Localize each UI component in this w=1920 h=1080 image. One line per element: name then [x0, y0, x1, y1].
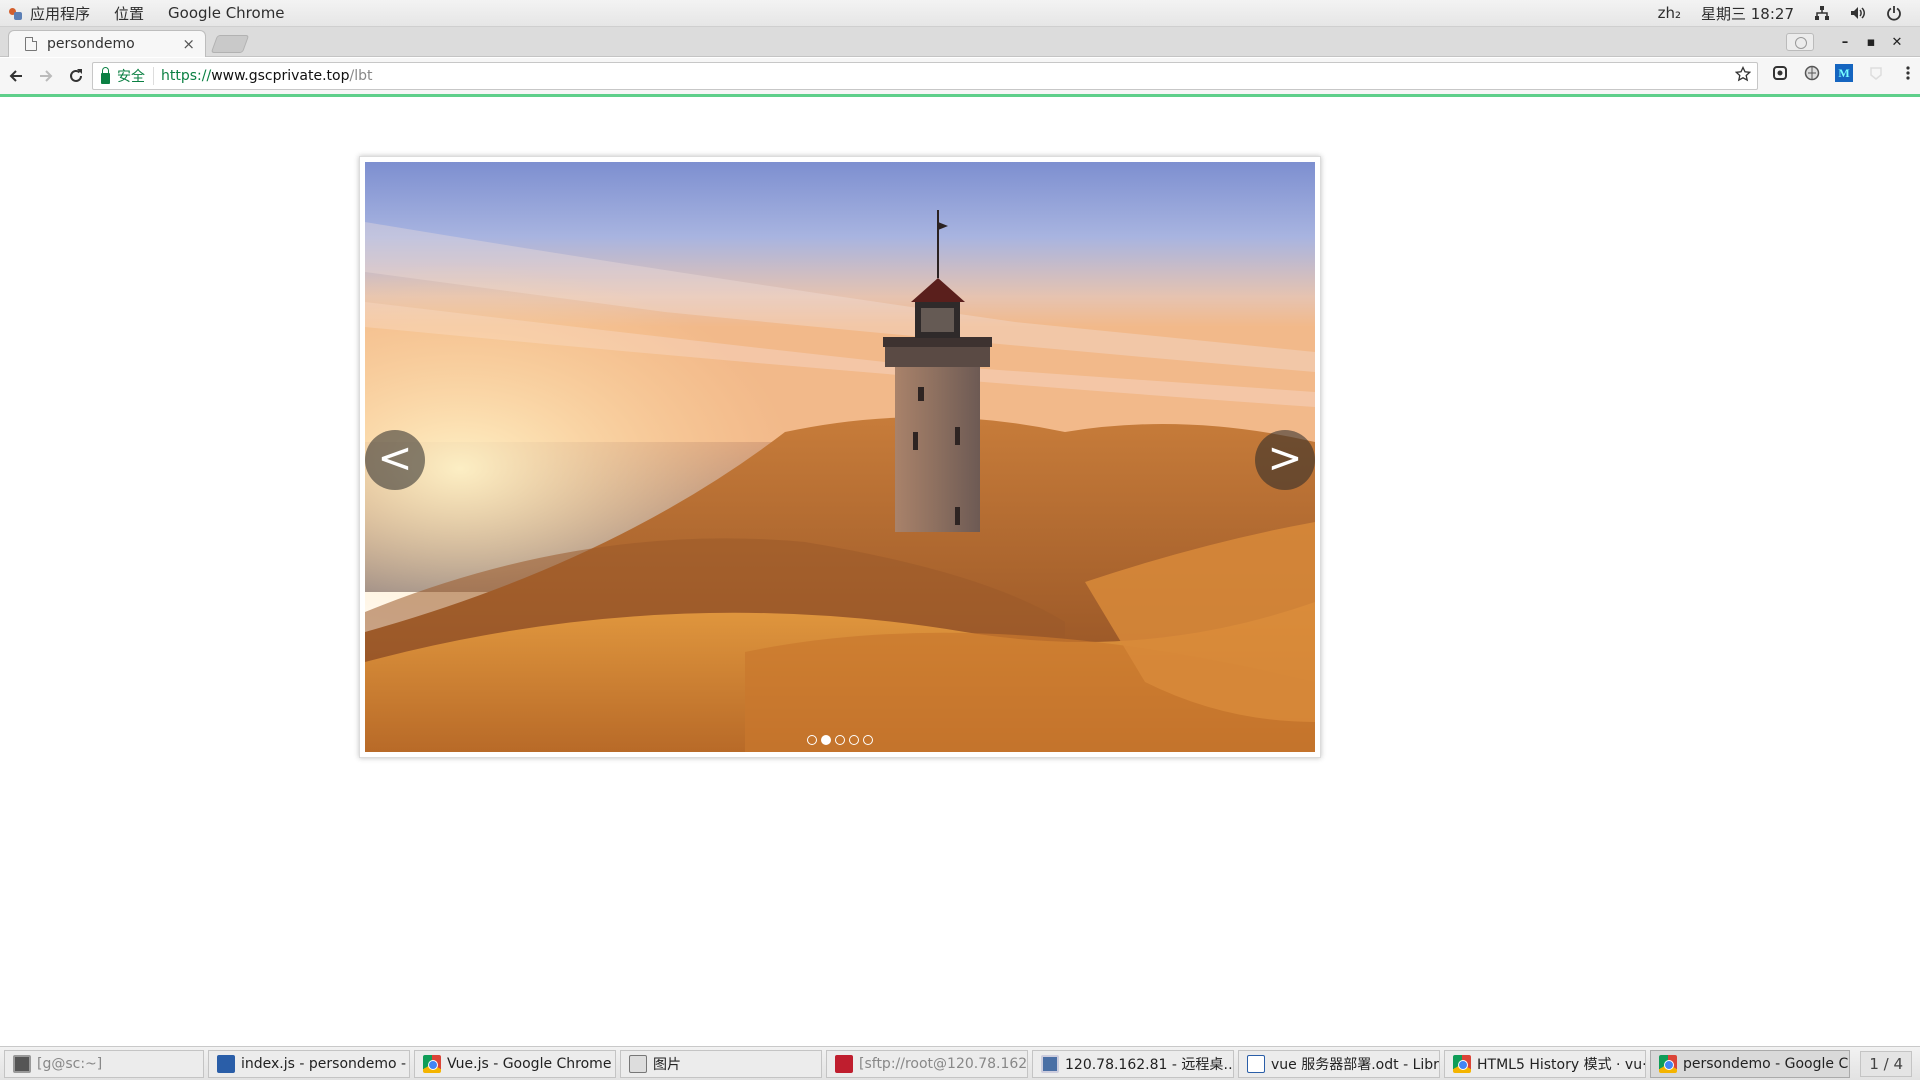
terminal-icon — [13, 1054, 31, 1073]
back-arrow-icon — [9, 70, 22, 82]
taskbar-item-persondemo[interactable]: persondemo - Google Ch··· — [1650, 1049, 1850, 1078]
taskbar-item-remote-desktop[interactable]: 120.78.162.81 - 远程桌… — [1032, 1049, 1234, 1078]
window-controls: – ▪ ✕ — [1786, 27, 1910, 57]
taskbar-item-libreoffice[interactable]: vue 服务器部署.odt - Libr··· — [1238, 1049, 1440, 1078]
taskbar-item-label: [sftp://root@120.78.162··· — [859, 1055, 1028, 1072]
carousel-dot[interactable] — [835, 735, 845, 745]
back-button[interactable] — [2, 62, 30, 90]
places-menu[interactable]: 位置 — [102, 0, 156, 26]
taskbar-item-label: vue 服务器部署.odt - Libr··· — [1271, 1056, 1440, 1073]
browser-toolbar: 安全 https://www.gscprivate.top/lbt M — [0, 58, 1920, 94]
tab-close-icon[interactable]: × — [182, 36, 195, 52]
applications-menu-label: 应用程序 — [30, 4, 91, 23]
filezilla-icon — [835, 1054, 853, 1073]
taskbar-item-terminal[interactable]: [g@sc:~] — [4, 1049, 204, 1078]
address-bar[interactable]: 安全 https://www.gscprivate.top/lbt — [92, 62, 1758, 90]
security-label: 安全 — [117, 69, 145, 85]
carousel-dot[interactable] — [863, 735, 873, 745]
active-app-menu[interactable]: Google Chrome — [156, 0, 297, 26]
carousel-dot[interactable] — [807, 735, 817, 745]
image-viewer-icon — [629, 1054, 647, 1073]
network-icon[interactable] — [1814, 5, 1830, 21]
taskbar-item-label: 120.78.162.81 - 远程桌… — [1065, 1056, 1234, 1073]
chrome-menu-icon[interactable] — [1899, 64, 1917, 82]
places-menu-label: 位置 — [114, 4, 145, 23]
m-extension-icon[interactable]: M — [1835, 64, 1853, 82]
extension-icons: M — [1764, 64, 1920, 82]
clock[interactable]: 星期三 18:27 — [1701, 3, 1794, 24]
maximize-button[interactable]: ▪ — [1858, 35, 1884, 50]
lighthouse-dune-image — [365, 162, 1315, 752]
page-viewport: < > — [0, 97, 1920, 1046]
forward-button[interactable] — [32, 62, 60, 90]
close-window-button[interactable]: ✕ — [1884, 35, 1910, 50]
reload-icon — [70, 69, 82, 82]
power-icon[interactable] — [1886, 5, 1902, 21]
applications-icon — [8, 6, 23, 21]
taskbar-item-vscode[interactable]: index.js - persondemo - V··· — [208, 1049, 410, 1078]
minimize-button[interactable]: – — [1832, 35, 1858, 50]
taskbar-item-label: [g@sc:~] — [37, 1055, 103, 1072]
translate-extension-icon[interactable] — [1803, 64, 1821, 82]
top-panel: 应用程序 位置 Google Chrome zh₂ 星期三 18:27 — [0, 0, 1920, 27]
document-icon — [1247, 1054, 1265, 1073]
screenshot-extension-icon[interactable] — [1771, 64, 1789, 82]
taskbar-item-label: persondemo - Google Ch··· — [1683, 1055, 1849, 1072]
active-app-label: Google Chrome — [168, 4, 285, 22]
security-indicator[interactable]: 安全 — [93, 66, 154, 85]
taskbar-item-label: 图片 — [653, 1056, 681, 1073]
bookmark-star-icon[interactable] — [1734, 65, 1752, 86]
taskbar-item-label: HTML5 History 模式 · vu··· — [1477, 1056, 1646, 1073]
taskbar-item-images[interactable]: 图片 — [620, 1049, 822, 1078]
vscode-icon — [217, 1054, 235, 1073]
forward-arrow-icon — [40, 70, 53, 82]
chrome-icon — [1659, 1054, 1677, 1073]
new-tab-button[interactable] — [210, 35, 250, 53]
carousel-dot[interactable] — [849, 735, 859, 745]
url-scheme: https:// — [161, 68, 212, 84]
carousel-next-button[interactable]: > — [1255, 430, 1315, 490]
tab-persondemo[interactable]: persondemo × — [8, 30, 206, 57]
url-path: /lbt — [349, 68, 373, 84]
carousel-dot-active[interactable] — [821, 735, 831, 745]
chrome-icon — [1453, 1054, 1471, 1073]
taskbar-item-label: Vue.js - Google Chrome — [447, 1055, 612, 1072]
taskbar: [g@sc:~] index.js - persondemo - V··· Vu… — [0, 1046, 1920, 1080]
lock-icon — [101, 66, 110, 84]
image-carousel: < > — [359, 156, 1321, 758]
workspace-pager[interactable]: 1 / 4 — [1860, 1050, 1912, 1077]
taskbar-item-html5-history[interactable]: HTML5 History 模式 · vu··· — [1444, 1049, 1646, 1078]
carousel-indicators — [365, 735, 1315, 745]
volume-icon[interactable] — [1850, 5, 1866, 21]
page-icon — [25, 37, 37, 51]
tab-strip: persondemo × – ▪ ✕ — [0, 27, 1920, 57]
url-host: www.gscprivate.top — [211, 68, 350, 84]
url-text[interactable]: https://www.gscprivate.top/lbt — [154, 68, 372, 84]
taskbar-item-filezilla[interactable]: [sftp://root@120.78.162··· — [826, 1049, 1028, 1078]
taskbar-item-vuejs-chrome[interactable]: Vue.js - Google Chrome — [414, 1049, 616, 1078]
profile-icon[interactable] — [1786, 33, 1814, 51]
input-method-indicator[interactable]: zh₂ — [1658, 4, 1681, 22]
taskbar-item-label: index.js - persondemo - V··· — [241, 1055, 409, 1072]
remote-desktop-icon — [1041, 1054, 1059, 1073]
carousel-slide: < > — [365, 162, 1315, 752]
disabled-extension-icon[interactable] — [1867, 64, 1885, 82]
carousel-prev-button[interactable]: < — [365, 430, 425, 490]
chrome-icon — [423, 1054, 441, 1073]
tab-title: persondemo — [47, 36, 135, 52]
reload-button[interactable] — [62, 62, 90, 90]
applications-menu[interactable]: 应用程序 — [0, 0, 102, 26]
